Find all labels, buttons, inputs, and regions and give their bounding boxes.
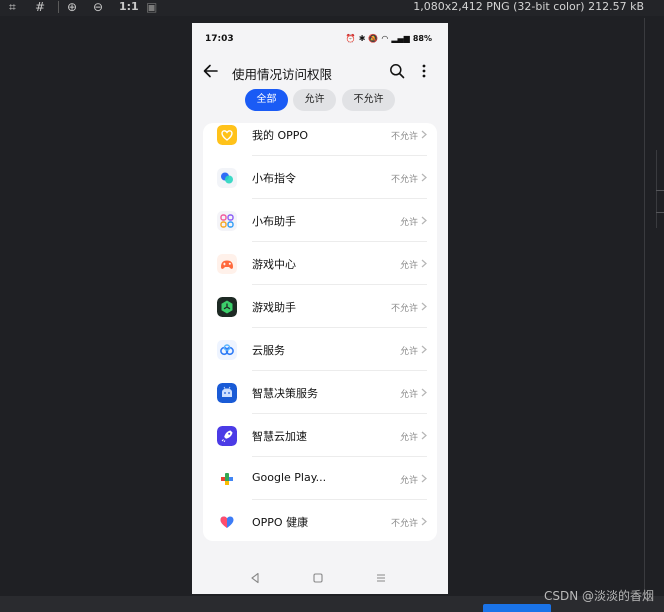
breeno-command-icon <box>217 168 237 188</box>
list-item[interactable]: OPPO 健康 不允许 <box>203 500 437 541</box>
app-name: 小布指令 <box>252 172 296 185</box>
list-item[interactable]: 游戏助手 不允许 <box>203 285 437 328</box>
signal-icon: ▂▄▆ <box>391 34 410 43</box>
my-oppo-icon <box>217 125 237 145</box>
permission-status: 允许 <box>399 347 418 357</box>
list-item[interactable]: 小布指令 不允许 <box>203 156 437 199</box>
mute-icon: 🔕 <box>368 34 379 43</box>
list-item[interactable]: Google Play... 允许 <box>203 457 437 500</box>
app-name: 游戏中心 <box>252 258 296 271</box>
permission-status: 不允许 <box>390 519 418 529</box>
permission-status: 不允许 <box>390 175 418 185</box>
permission-status: 不允许 <box>390 304 418 314</box>
status-icons: ⏰ ✱ 🔕 ◠ ▂▄▆ 88% <box>346 34 432 43</box>
zoom-in-icon[interactable]: ⊕ <box>67 0 77 14</box>
actual-size-button[interactable]: 1:1 <box>119 0 139 14</box>
watermark: CSDN @淡淡的香烟 <box>543 589 654 603</box>
app-name: 我的 OPPO <box>252 129 309 142</box>
app-name: 云服务 <box>252 344 285 357</box>
background-toggle-icon[interactable]: ▣ <box>146 0 157 14</box>
breeno-assistant-icon <box>217 211 237 231</box>
chevron-right-icon <box>421 302 427 311</box>
status-time: 17:03 <box>205 34 234 44</box>
filter-tabs: 全部 允许 不允许 <box>192 89 448 113</box>
permission-status: 允许 <box>399 390 418 400</box>
nav-home-icon[interactable] <box>313 573 323 583</box>
oppo-health-icon <box>217 512 237 532</box>
game-center-icon <box>217 254 237 274</box>
app-name: 小布助手 <box>252 215 296 228</box>
filter-not-allowed-chip[interactable]: 不允许 <box>342 89 395 111</box>
chevron-right-icon <box>421 517 427 526</box>
wifi-icon: ◠ <box>381 34 389 43</box>
fit-screen-icon[interactable]: ⌗ <box>9 0 16 14</box>
filter-all-chip[interactable]: 全部 <box>245 89 288 111</box>
list-item[interactable]: 智慧云加速 允许 <box>203 414 437 457</box>
search-icon[interactable] <box>389 63 405 79</box>
chevron-right-icon <box>421 431 427 440</box>
image-info: 1,080x2,412 PNG (32-bit color) 212.57 kB <box>413 0 644 13</box>
crop-icon[interactable]: # <box>35 0 45 14</box>
panel-divider <box>656 190 664 191</box>
nav-back-icon[interactable] <box>250 572 260 584</box>
list-item[interactable]: 云服务 允许 <box>203 328 437 371</box>
permission-status: 允许 <box>399 218 418 228</box>
app-name: Google Play... <box>252 471 327 484</box>
battery-level: 88% <box>412 34 432 43</box>
permission-status: 不允许 <box>390 132 418 142</box>
list-item[interactable]: 智慧决策服务 允许 <box>203 371 437 414</box>
google-play-icon <box>217 469 237 489</box>
chevron-right-icon <box>421 173 427 182</box>
panel-divider <box>656 212 664 213</box>
app-list: 我的 OPPO 不允许 小布指令 不允许 小布助手 允许 游戏中心 允许 游戏助… <box>203 123 437 541</box>
navigation-bar <box>192 563 448 594</box>
page-title: 使用情况访问权限 <box>232 67 333 82</box>
panel-divider <box>656 150 657 228</box>
chevron-right-icon <box>421 474 427 483</box>
viewer-toolbar: ⌗ # ⊕ ⊖ 1:1 ▣ 1,080x2,412 PNG (32-bit co… <box>0 0 664 16</box>
panel-divider <box>644 18 645 593</box>
phone-screen: 17:03 ⏰ ✱ 🔕 ◠ ▂▄▆ 88% 使用情况访问权限 全部 允许 不允许 <box>192 23 448 594</box>
viewer-action-button[interactable] <box>483 604 551 612</box>
chevron-right-icon <box>421 345 427 354</box>
status-bar: 17:03 ⏰ ✱ 🔕 ◠ ▂▄▆ 88% <box>192 23 448 57</box>
chevron-right-icon <box>421 130 427 139</box>
bluetooth-icon: ✱ <box>358 34 366 43</box>
permission-status: 允许 <box>399 261 418 271</box>
smart-decision-icon <box>217 383 237 403</box>
smart-cloud-accelerate-icon <box>217 426 237 446</box>
alarm-icon: ⏰ <box>345 34 356 43</box>
app-name: 智慧云加速 <box>252 430 307 443</box>
back-arrow-icon[interactable] <box>202 62 220 80</box>
chevron-right-icon <box>421 216 427 225</box>
app-bar: 使用情况访问权限 <box>192 59 448 85</box>
nav-menu-icon[interactable] <box>376 573 386 583</box>
app-name: OPPO 健康 <box>252 516 309 529</box>
permission-status: 允许 <box>399 476 418 486</box>
filter-allowed-chip[interactable]: 允许 <box>293 89 336 111</box>
chevron-right-icon <box>421 388 427 397</box>
app-name: 智慧决策服务 <box>252 387 318 400</box>
permission-status: 允许 <box>399 433 418 443</box>
cloud-service-icon <box>217 340 237 360</box>
game-assistant-icon <box>217 297 237 317</box>
more-options-icon[interactable] <box>418 62 430 80</box>
chevron-right-icon <box>421 259 427 268</box>
zoom-out-icon[interactable]: ⊖ <box>93 0 103 14</box>
toolbar-separator <box>58 1 59 13</box>
list-item[interactable]: 游戏中心 允许 <box>203 242 437 285</box>
app-name: 游戏助手 <box>252 301 296 314</box>
list-item[interactable]: 我的 OPPO 不允许 <box>203 123 437 156</box>
list-item[interactable]: 小布助手 允许 <box>203 199 437 242</box>
